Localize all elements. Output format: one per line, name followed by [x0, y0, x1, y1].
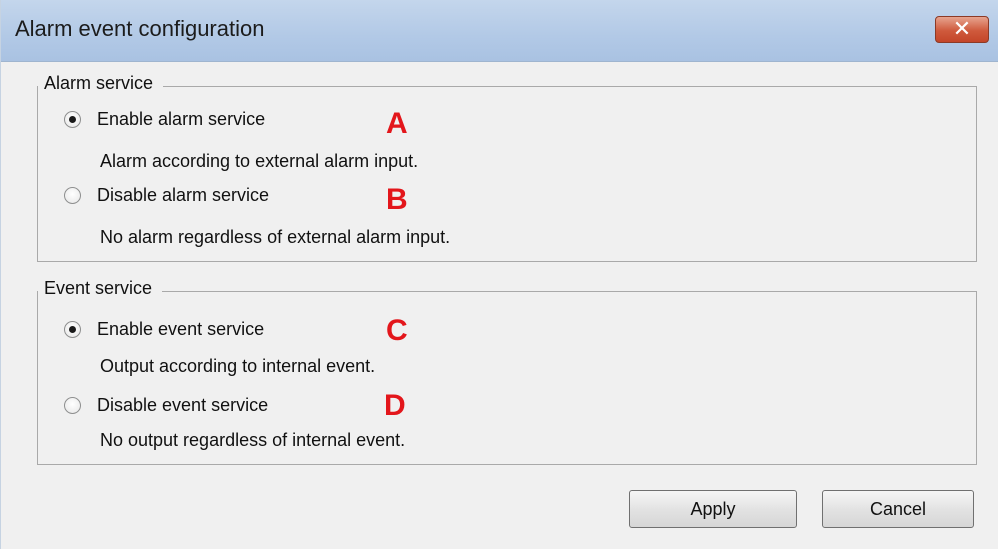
dialog-window: Alarm event configuration ✕ Alarm servic… — [0, 0, 998, 549]
annotation-letter-d: D — [384, 389, 406, 422]
disable-alarm-description: No alarm regardless of external alarm in… — [100, 227, 451, 247]
close-icon: ✕ — [952, 16, 972, 41]
cancel-button[interactable]: Cancel — [822, 490, 974, 528]
enable-alarm-description: Alarm according to external alarm input. — [100, 151, 419, 171]
disable-alarm-radio-option[interactable]: Disable alarm service — [64, 183, 269, 207]
window-title: Alarm event configuration — [15, 16, 265, 41]
enable-alarm-radio[interactable] — [64, 110, 81, 128]
disable-event-radio-option[interactable]: Disable event service — [64, 393, 268, 417]
enable-event-radio[interactable] — [64, 320, 81, 338]
title-bar[interactable]: Alarm event configuration ✕ — [1, 0, 998, 62]
annotation-letter-b: B — [386, 183, 408, 216]
alarm-service-group-title: Alarm service — [38, 73, 164, 94]
disable-event-radio[interactable] — [64, 396, 81, 414]
event-service-group: Event service Enable event service C Out… — [37, 278, 977, 465]
enable-event-description: Output according to internal event. — [100, 356, 376, 376]
enable-alarm-label[interactable]: Enable alarm service — [97, 109, 265, 130]
alarm-service-group: Alarm service Enable alarm service A Ala… — [37, 73, 977, 262]
annotation-letter-c: C — [386, 314, 408, 347]
event-service-group-title: Event service — [38, 278, 163, 299]
disable-alarm-radio[interactable] — [64, 186, 81, 204]
close-button[interactable]: ✕ — [935, 16, 989, 43]
enable-event-label[interactable]: Enable event service — [97, 319, 264, 340]
disable-event-label[interactable]: Disable event service — [97, 395, 268, 416]
apply-button[interactable]: Apply — [629, 490, 797, 528]
enable-event-radio-option[interactable]: Enable event service — [64, 317, 264, 341]
disable-alarm-label[interactable]: Disable alarm service — [97, 185, 269, 206]
annotation-letter-a: A — [386, 107, 408, 140]
disable-event-description: No output regardless of internal event. — [100, 430, 406, 450]
enable-alarm-radio-option[interactable]: Enable alarm service — [64, 107, 265, 131]
